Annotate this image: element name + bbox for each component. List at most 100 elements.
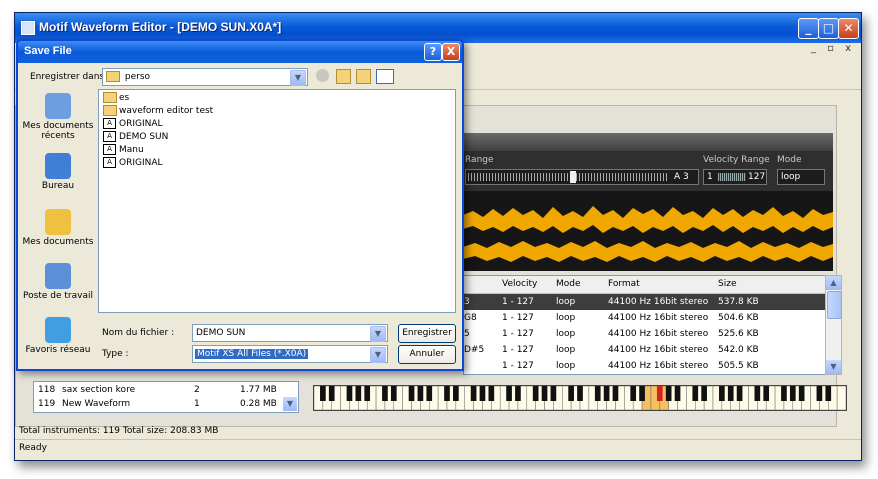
black-key[interactable] <box>674 386 681 401</box>
white-key[interactable] <box>836 385 847 411</box>
dialog-help-button[interactable]: ? <box>424 43 442 61</box>
scroll-up-button[interactable]: ▲ <box>826 276 841 290</box>
scroll-down-button[interactable]: ▼ <box>826 360 841 374</box>
black-key[interactable] <box>515 386 521 401</box>
black-key[interactable] <box>630 386 637 401</box>
black-key[interactable] <box>754 386 761 401</box>
up-folder-icon[interactable] <box>336 69 351 84</box>
table-row[interactable]: 1 - 127 loop 44100 Hz 16bit stereo 505.5 KB <box>464 358 826 374</box>
black-key[interactable] <box>426 386 433 401</box>
black-key[interactable] <box>568 386 574 401</box>
black-key[interactable] <box>470 386 477 401</box>
black-key[interactable] <box>816 386 823 401</box>
view-menu-icon[interactable] <box>376 69 394 84</box>
chevron-down-icon[interactable]: ▼ <box>370 347 386 363</box>
black-key[interactable] <box>665 386 672 401</box>
black-key[interactable] <box>736 386 743 401</box>
dialog-title-bar[interactable]: Save File ? X <box>18 41 462 63</box>
file-item[interactable]: A ORIGINAL <box>103 118 163 131</box>
place-label: Mes documents récents <box>22 121 94 141</box>
black-key[interactable] <box>727 386 734 401</box>
file-item[interactable]: waveform editor test <box>103 105 213 118</box>
black-key[interactable] <box>825 386 832 401</box>
velocity-range-slider[interactable]: 1 127 <box>703 169 767 185</box>
black-key[interactable] <box>532 386 539 401</box>
place-desktop[interactable]: Bureau <box>22 153 94 191</box>
mode-label: Mode <box>777 155 802 165</box>
black-key[interactable] <box>488 386 495 401</box>
black-key[interactable] <box>453 386 459 401</box>
black-key[interactable] <box>577 386 583 401</box>
new-folder-icon[interactable] <box>356 69 371 84</box>
black-key[interactable] <box>550 386 557 401</box>
key-range-handle[interactable] <box>570 171 576 183</box>
file-item[interactable]: es <box>103 92 129 105</box>
file-item[interactable]: A Manu <box>103 144 144 157</box>
header-format[interactable]: Format <box>608 276 640 294</box>
black-key[interactable] <box>594 386 601 401</box>
black-key[interactable] <box>382 386 388 401</box>
header-velocity[interactable]: Velocity <box>502 276 538 294</box>
file-type-select[interactable]: Motif XS All Files (*.X0A) ▼ <box>192 345 388 363</box>
black-key[interactable] <box>701 386 707 401</box>
place-my-computer[interactable]: Poste de travail <box>22 263 94 301</box>
back-icon[interactable] <box>316 69 329 82</box>
piano-keyboard[interactable] <box>313 385 847 411</box>
table-row[interactable]: G8 1 - 127 loop 44100 Hz 16bit stereo 504.6 … <box>464 310 826 326</box>
element-list-scrollbar[interactable]: ▲ ▼ <box>825 275 842 375</box>
black-key[interactable] <box>506 386 512 401</box>
black-key[interactable] <box>364 386 371 401</box>
save-in-combo[interactable]: perso ▼ <box>102 68 308 86</box>
chevron-down-icon[interactable]: ▼ <box>290 70 306 86</box>
minimize-button[interactable]: _ <box>798 18 819 39</box>
black-key[interactable] <box>346 386 353 401</box>
file-item[interactable]: A ORIGINAL <box>103 157 163 170</box>
black-key[interactable] <box>320 386 326 401</box>
file-item[interactable]: A DEMO SUN <box>103 131 168 144</box>
black-key[interactable] <box>656 386 663 401</box>
black-key[interactable] <box>603 386 610 401</box>
black-key[interactable] <box>417 386 424 401</box>
header-mode[interactable]: Mode <box>556 276 581 294</box>
table-row[interactable]: 5 1 - 127 loop 44100 Hz 16bit stereo 525.6 K… <box>464 326 826 342</box>
close-button[interactable]: ✕ <box>838 18 859 39</box>
black-key[interactable] <box>612 386 619 401</box>
dialog-close-button[interactable]: X <box>442 43 460 61</box>
black-key[interactable] <box>719 386 725 401</box>
save-button[interactable]: Enregistrer <box>398 324 456 343</box>
waveform-display[interactable] <box>463 191 833 271</box>
key-range-slider[interactable]: A 3 <box>465 169 699 185</box>
black-key[interactable] <box>798 386 805 401</box>
black-key[interactable] <box>390 386 397 401</box>
cell-velocity: 1 - 127 <box>502 374 534 375</box>
filename-input[interactable]: DEMO SUN ▼ <box>192 324 388 342</box>
chevron-down-icon[interactable]: ▼ <box>370 326 386 342</box>
list-item[interactable]: 118 sax section kore 2 1.77 MB <box>34 383 298 397</box>
black-key[interactable] <box>789 386 796 401</box>
key-range-ticks <box>468 173 668 181</box>
instrument-list-scroll-down[interactable]: ▼ <box>283 397 297 411</box>
table-row[interactable]: 3 1 - 127 loop 44100 Hz 16bit stereo 537.8 K… <box>464 294 826 310</box>
mode-select[interactable]: loop <box>777 169 825 185</box>
place-network-places[interactable]: Favoris réseau <box>22 317 94 355</box>
scroll-thumb[interactable] <box>827 291 842 319</box>
black-key[interactable] <box>541 386 548 401</box>
cancel-button[interactable]: Annuler <box>398 345 456 364</box>
maximize-button[interactable]: □ <box>818 18 839 39</box>
table-row[interactable]: D#4 1 - 127 loop 44100 Hz 16bit stereo 493.5… <box>464 374 826 375</box>
mdi-window-controls[interactable]: _ ▫ x <box>811 43 855 54</box>
list-item[interactable]: 119 New Waveform 1 0.28 MB <box>34 397 298 411</box>
black-key[interactable] <box>408 386 415 401</box>
black-key[interactable] <box>692 386 699 401</box>
black-key[interactable] <box>355 386 362 401</box>
black-key[interactable] <box>639 386 645 401</box>
place-recent-documents[interactable]: Mes documents récents <box>22 93 94 141</box>
black-key[interactable] <box>763 386 770 401</box>
header-size[interactable]: Size <box>718 276 737 294</box>
black-key[interactable] <box>444 386 450 401</box>
black-key[interactable] <box>781 386 787 401</box>
place-my-documents[interactable]: Mes documents <box>22 209 94 247</box>
black-key[interactable] <box>328 386 335 401</box>
black-key[interactable] <box>479 386 486 401</box>
table-row[interactable]: D#5 1 - 127 loop 44100 Hz 16bit stereo 542.0… <box>464 342 826 358</box>
